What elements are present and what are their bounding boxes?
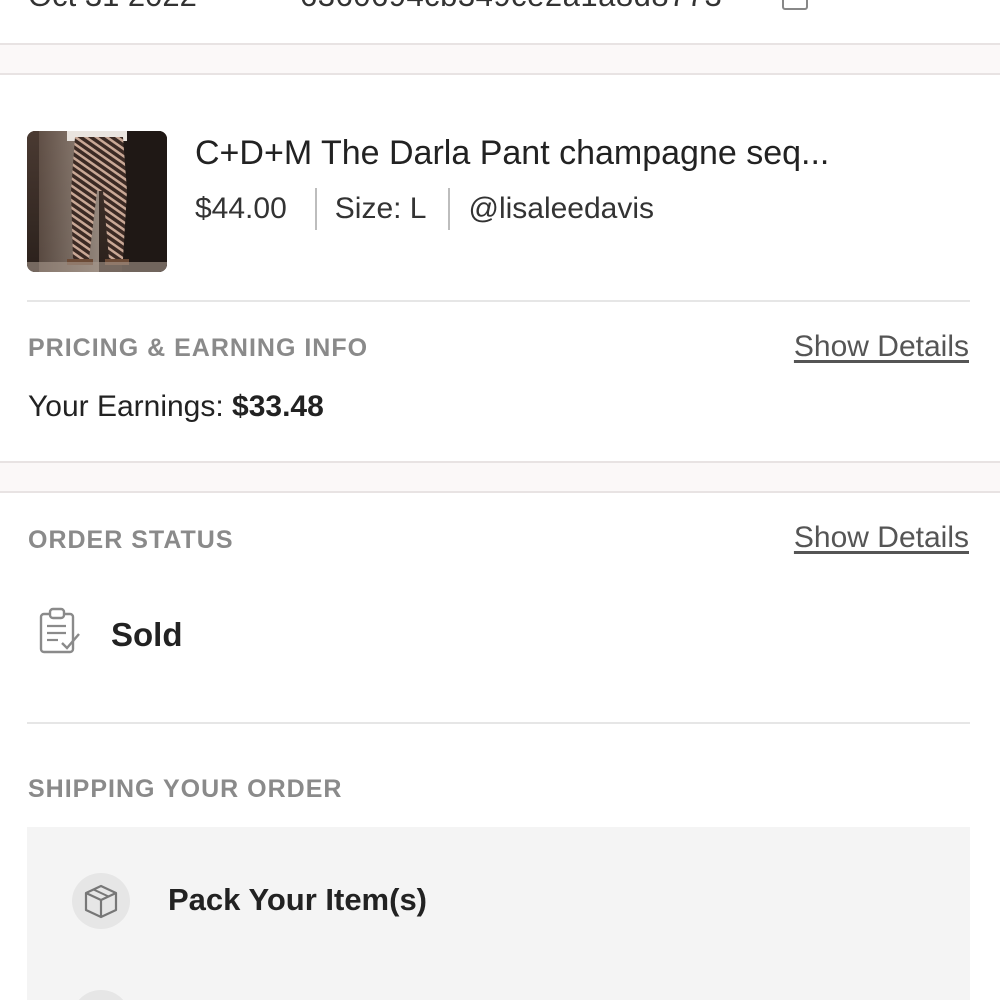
pricing-show-details-link[interactable]: Show Details — [794, 330, 969, 364]
seller-username[interactable]: @lisaleedavis — [468, 192, 654, 226]
pricing-section-label: PRICING & EARNING INFO — [28, 334, 369, 362]
copy-icon[interactable] — [782, 0, 808, 10]
product-size: Size: L — [334, 192, 427, 225]
divider — [27, 300, 970, 302]
shipping-step-pack-label: Pack Your Item(s) — [168, 882, 428, 917]
shipping-section-label: SHIPPING YOUR ORDER — [28, 775, 343, 803]
section-divider — [0, 461, 1000, 493]
order-status-value: Sold — [111, 616, 183, 653]
box-icon — [84, 884, 118, 919]
order-id: 6360694cb349ce2a1a8d8773 — [300, 0, 722, 14]
order-status-show-details-link[interactable]: Show Details — [794, 521, 969, 555]
product-meta: $44.00 Size: L @lisaleedavis — [195, 188, 654, 230]
order-details-page: Oct 31 2022 6360694cb349ce2a1a8d8773 — [0, 0, 1000, 1000]
meta-divider — [314, 188, 317, 230]
earnings-summary: Your Earnings: $33.48 — [28, 390, 324, 424]
order-status-section-label: ORDER STATUS — [28, 526, 234, 554]
sequin-pants-image — [27, 131, 167, 272]
clipboard-check-icon — [39, 607, 80, 654]
product-image[interactable] — [27, 131, 167, 272]
shipping-step-icon — [72, 873, 130, 929]
section-divider — [0, 43, 1000, 75]
order-header-row: Oct 31 2022 6360694cb349ce2a1a8d8773 — [0, 0, 1000, 22]
divider — [27, 722, 970, 724]
meta-divider — [448, 188, 451, 230]
earnings-value: $33.48 — [232, 390, 324, 423]
product-price: $44.00 — [195, 192, 287, 225]
product-title[interactable]: C+D+M The Darla Pant champagne seq... — [195, 134, 829, 173]
order-date: Oct 31 2022 — [28, 0, 197, 14]
earnings-label: Your Earnings: — [28, 390, 224, 423]
